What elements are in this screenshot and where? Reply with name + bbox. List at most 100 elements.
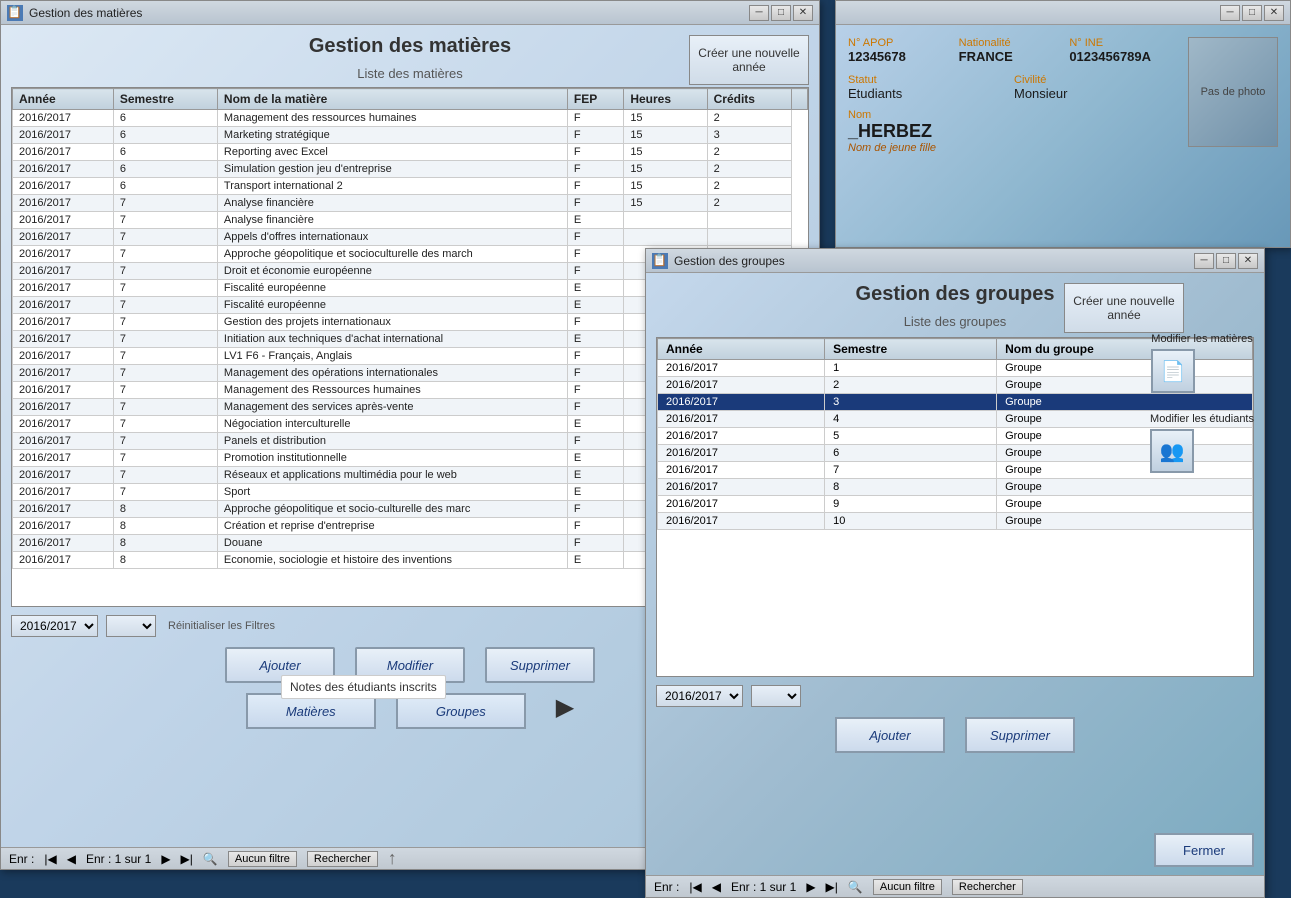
cell-fep: F (567, 263, 623, 280)
tab-groupes[interactable]: Groupes (396, 693, 526, 729)
minimize-btn[interactable]: ─ (1220, 5, 1240, 21)
cell-nom: Simulation gestion jeu d'entreprise (217, 161, 567, 178)
year-select[interactable]: 2016/2017 (11, 615, 98, 637)
close-btn[interactable]: ✕ (1264, 5, 1284, 21)
tab-matieres[interactable]: Matières (246, 693, 376, 729)
table-row[interactable]: 2016/2017 6 Reporting avec Excel F 15 2 (13, 144, 808, 161)
g-nav-prev[interactable]: ◀ (712, 880, 721, 894)
ine-label: N° INE (1069, 37, 1176, 49)
cell-nom: Appels d'offres internationaux (217, 229, 567, 246)
matieres-close-btn[interactable]: ✕ (793, 5, 813, 21)
cell-nom: Réseaux et applications multimédia pour … (217, 467, 567, 484)
arrow-right-icon: ▶ (556, 693, 574, 729)
matieres-maximize-btn[interactable]: □ (771, 5, 791, 21)
nav-prev[interactable]: ◀ (67, 852, 76, 866)
modify-etudiants-btn[interactable]: 👥 (1150, 429, 1194, 473)
create-year-button[interactable]: Créer une nouvelle année (689, 35, 809, 85)
cell-fep: E (567, 416, 623, 433)
table-row[interactable]: 2016/2017 10 Groupe (658, 513, 1253, 530)
cell-semestre: 6 (113, 144, 217, 161)
side-buttons: Modifier les matières 📄 Modifier les étu… (1150, 333, 1254, 473)
table-row[interactable]: 2016/2017 8 Groupe (658, 479, 1253, 496)
nav-last[interactable]: ▶| (181, 852, 193, 866)
status-text: Enr : (9, 852, 34, 866)
cell-annee: 2016/2017 (13, 263, 114, 280)
modify-matiere-button[interactable]: Modifier (355, 647, 465, 683)
cell-fep: F (567, 195, 623, 212)
cell-annee: 2016/2017 (13, 229, 114, 246)
cell-annee: 2016/2017 (13, 314, 114, 331)
ine-value: 0123456789A (1069, 49, 1176, 64)
table-row[interactable]: 2016/2017 6 Management des ressources hu… (13, 110, 808, 127)
table-row[interactable]: 2016/2017 7 Analyse financière F 15 2 (13, 195, 808, 212)
add-matiere-button[interactable]: Ajouter (225, 647, 335, 683)
cell-annee: 2016/2017 (658, 445, 825, 462)
groupes-maximize-btn[interactable]: □ (1216, 253, 1236, 269)
groupes-semester-select[interactable] (751, 685, 801, 707)
g-nav-next[interactable]: ▶ (806, 880, 815, 894)
cell-fep: F (567, 433, 623, 450)
table-row[interactable]: 2016/2017 7 Appels d'offres internationa… (13, 229, 808, 246)
g-rechercher-btn[interactable]: Rechercher (952, 879, 1023, 895)
cell-nom: Reporting avec Excel (217, 144, 567, 161)
cell-semestre: 9 (825, 496, 997, 513)
groupes-year-select[interactable]: 2016/2017 (656, 685, 743, 707)
table-row[interactable]: 2016/2017 6 Simulation gestion jeu d'ent… (13, 161, 808, 178)
col-nom: Nom de la matière (217, 89, 567, 110)
reset-filters-link[interactable]: Réinitialiser les Filtres (168, 620, 275, 632)
fermer-button[interactable]: Fermer (1154, 833, 1254, 867)
cell-nom: Groupe (997, 513, 1253, 530)
cell-semestre: 7 (113, 399, 217, 416)
maximize-btn[interactable]: □ (1242, 5, 1262, 21)
col-fep: FEP (567, 89, 623, 110)
cell-annee: 2016/2017 (658, 462, 825, 479)
rechercher-btn[interactable]: Rechercher (307, 851, 378, 867)
cell-semestre: 7 (113, 229, 217, 246)
nav-next[interactable]: ▶ (161, 852, 170, 866)
table-row[interactable]: 2016/2017 6 Transport international 2 F … (13, 178, 808, 195)
statut-label: Statut (848, 74, 1010, 86)
cell-fep: E (567, 467, 623, 484)
table-row[interactable]: 2016/2017 9 Groupe (658, 496, 1253, 513)
cell-annee: 2016/2017 (13, 399, 114, 416)
cell-semestre: 7 (113, 467, 217, 484)
cell-nom: Promotion institutionnelle (217, 450, 567, 467)
nav-first[interactable]: |◀ (44, 852, 56, 866)
cell-fep: F (567, 348, 623, 365)
cell-annee: 2016/2017 (658, 479, 825, 496)
g-nav-first[interactable]: |◀ (689, 880, 701, 894)
groupes-window-title: Gestion des groupes (674, 254, 1194, 268)
delete-groupe-button[interactable]: Supprimer (965, 717, 1075, 753)
groupes-window: 📋 Gestion des groupes ─ □ ✕ Modifier les… (645, 248, 1265, 898)
cell-annee: 2016/2017 (13, 246, 114, 263)
cell-semestre: 2 (825, 377, 997, 394)
table-row[interactable]: 2016/2017 6 Marketing stratégique F 15 3 (13, 127, 808, 144)
cell-semestre: 7 (113, 280, 217, 297)
cell-annee: 2016/2017 (13, 501, 114, 518)
cell-semestre: 10 (825, 513, 997, 530)
table-row[interactable]: 2016/2017 7 Analyse financière E (13, 212, 808, 229)
cell-fep: F (567, 382, 623, 399)
cell-semestre: 6 (825, 445, 997, 462)
cell-semestre: 7 (113, 195, 217, 212)
cell-credits: 2 (707, 144, 791, 161)
cell-annee: 2016/2017 (13, 450, 114, 467)
no-filter-btn[interactable]: Aucun filtre (228, 851, 297, 867)
matieres-minimize-btn[interactable]: ─ (749, 5, 769, 21)
student-titlebar: ─ □ ✕ (836, 1, 1290, 25)
nationalite-value: FRANCE (959, 49, 1066, 64)
groupes-create-year-button[interactable]: Créer une nouvelle année (1064, 283, 1184, 333)
delete-matiere-button[interactable]: Supprimer (485, 647, 595, 683)
cell-annee: 2016/2017 (13, 161, 114, 178)
semester-select[interactable] (106, 615, 156, 637)
modify-matieres-btn[interactable]: 📄 (1151, 349, 1195, 393)
cell-nom: Management des Ressources humaines (217, 382, 567, 399)
g-nav-last[interactable]: ▶| (826, 880, 838, 894)
no-filter-icon: 🔍 (203, 852, 218, 866)
groupes-minimize-btn[interactable]: ─ (1194, 253, 1214, 269)
groupes-close-btn[interactable]: ✕ (1238, 253, 1258, 269)
cell-nom: Fiscalité européenne (217, 297, 567, 314)
cell-annee: 2016/2017 (658, 411, 825, 428)
add-groupe-button[interactable]: Ajouter (835, 717, 945, 753)
g-no-filter-btn[interactable]: Aucun filtre (873, 879, 942, 895)
